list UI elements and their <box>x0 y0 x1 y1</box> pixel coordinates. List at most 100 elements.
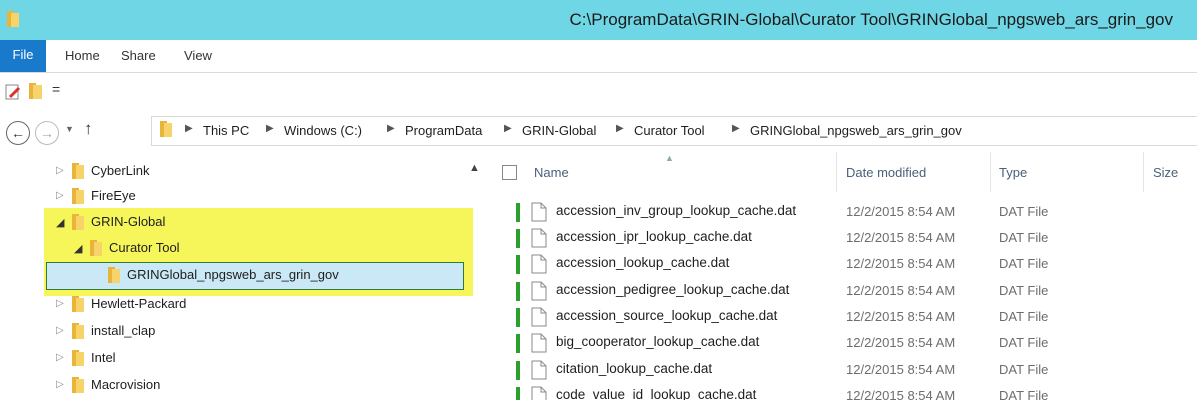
file-type: DAT File <box>999 362 1049 377</box>
collapse-triangle-icon[interactable]: ◢ <box>74 242 82 255</box>
file-name: citation_lookup_cache.dat <box>556 361 713 376</box>
recent-locations-chevron-icon[interactable]: ▼ <box>65 124 74 134</box>
quick-access-toolbar: = <box>0 73 1197 109</box>
breadcrumb-curator-tool[interactable]: Curator Tool <box>634 123 705 138</box>
file-date: 12/2/2015 8:54 AM <box>846 362 956 377</box>
file-row[interactable]: code_value_id_lookup_cache.dat 12/2/2015… <box>512 383 1197 400</box>
breadcrumb-this-pc[interactable]: This PC <box>203 123 249 138</box>
tree-item-label: Hewlett-Packard <box>91 296 187 311</box>
expand-triangle-icon[interactable]: ▷ <box>56 379 64 390</box>
file-row[interactable]: accession_lookup_cache.dat 12/2/2015 8:5… <box>512 251 1197 278</box>
chevron-right-icon[interactable]: ▶ <box>387 123 395 134</box>
tree-item-label: Curator Tool <box>109 240 180 255</box>
file-date: 12/2/2015 8:54 AM <box>846 309 956 324</box>
column-divider[interactable] <box>990 152 991 192</box>
tree-item-fireeye[interactable]: ▷ FireEye <box>56 185 456 209</box>
tree-item-label: Intel <box>91 350 116 365</box>
select-all-checkbox[interactable] <box>502 165 517 180</box>
file-icon <box>531 333 547 356</box>
sync-status-icon <box>516 308 520 327</box>
file-row[interactable]: accession_source_lookup_cache.dat 12/2/2… <box>512 304 1197 331</box>
file-row[interactable]: citation_lookup_cache.dat 12/2/2015 8:54… <box>512 357 1197 384</box>
expand-triangle-icon[interactable]: ▷ <box>56 325 64 336</box>
tree-item-install-clap[interactable]: ▷ install_clap <box>56 320 456 344</box>
file-name: big_cooperator_lookup_cache.dat <box>556 334 760 349</box>
file-row[interactable]: big_cooperator_lookup_cache.dat 12/2/201… <box>512 330 1197 357</box>
tree-item-cyberlink[interactable]: ▷ CyberLink <box>56 160 456 184</box>
file-row[interactable]: accession_pedigree_lookup_cache.dat 12/2… <box>512 278 1197 305</box>
sync-status-icon <box>516 361 520 380</box>
tree-item-label: GRIN-Global <box>91 214 166 229</box>
file-row[interactable]: accession_inv_group_lookup_cache.dat 12/… <box>512 199 1197 226</box>
file-icon <box>531 281 547 304</box>
folder-icon <box>71 295 85 316</box>
title-bar[interactable]: C:\ProgramData\GRIN-Global\Curator Tool\… <box>0 0 1197 40</box>
column-header-type[interactable]: Type <box>999 165 1027 180</box>
file-date: 12/2/2015 8:54 AM <box>846 256 956 271</box>
file-date: 12/2/2015 8:54 AM <box>846 335 956 350</box>
breadcrumb-windows-c[interactable]: Windows (C:) <box>284 123 362 138</box>
tree-item-label: FireEye <box>91 188 136 203</box>
folder-icon <box>71 376 85 397</box>
tab-home[interactable]: Home <box>65 48 100 63</box>
forward-arrow-icon[interactable]: → <box>35 121 59 145</box>
file-name: accession_lookup_cache.dat <box>556 255 730 270</box>
file-type: DAT File <box>999 256 1049 271</box>
tree-item-curator-tool[interactable]: ◢ Curator Tool <box>74 237 454 261</box>
sync-status-icon <box>516 229 520 248</box>
column-header-date-modified[interactable]: Date modified <box>846 165 926 180</box>
folder-icon <box>71 322 85 343</box>
scroll-up-arrow-icon[interactable]: ▲ <box>469 162 480 174</box>
folder-icon <box>71 213 85 234</box>
sync-status-icon <box>516 334 520 353</box>
tree-item-label: GRINGlobal_npgsweb_ars_grin_gov <box>127 267 339 282</box>
sort-ascending-icon: ▲ <box>665 153 674 163</box>
tree-item-label: Macrovision <box>91 377 161 392</box>
folder-icon <box>71 187 85 208</box>
column-header-size[interactable]: Size <box>1153 165 1178 180</box>
expand-triangle-icon[interactable]: ▷ <box>56 165 64 176</box>
chevron-right-icon[interactable]: ▶ <box>616 123 624 134</box>
breadcrumb-current-folder[interactable]: GRINGlobal_npgsweb_ars_grin_gov <box>750 123 962 138</box>
tree-item-macrovision[interactable]: ▷ Macrovision <box>56 374 456 398</box>
file-type: DAT File <box>999 388 1049 400</box>
file-row[interactable]: accession_ipr_lookup_cache.dat 12/2/2015… <box>512 225 1197 252</box>
sync-status-icon <box>516 387 520 400</box>
expand-triangle-icon[interactable]: ▷ <box>56 190 64 201</box>
chevron-right-icon[interactable]: ▶ <box>185 123 193 134</box>
customize-qat-button[interactable]: = <box>52 81 60 97</box>
chevron-right-icon[interactable]: ▶ <box>732 123 740 134</box>
chevron-right-icon[interactable]: ▶ <box>266 123 274 134</box>
column-header-name[interactable]: Name <box>534 165 569 180</box>
tree-item-hewlett-packard[interactable]: ▷ Hewlett-Packard <box>56 293 456 317</box>
expand-triangle-icon[interactable]: ▷ <box>56 352 64 363</box>
new-folder-icon[interactable] <box>28 82 44 103</box>
chevron-right-icon[interactable]: ▶ <box>504 123 512 134</box>
breadcrumb-grin-global[interactable]: GRIN-Global <box>522 123 596 138</box>
file-icon <box>531 202 547 225</box>
tree-item-gringlobal-npgsweb[interactable]: GRINGlobal_npgsweb_ars_grin_gov <box>95 264 455 288</box>
tree-item-intel[interactable]: ▷ Intel <box>56 347 456 371</box>
column-divider[interactable] <box>836 152 837 192</box>
column-divider[interactable] <box>1143 152 1144 192</box>
file-type: DAT File <box>999 204 1049 219</box>
tab-share[interactable]: Share <box>121 48 156 63</box>
properties-icon[interactable] <box>4 83 22 104</box>
file-date: 12/2/2015 8:54 AM <box>846 283 956 298</box>
folder-icon <box>89 239 103 260</box>
tab-view[interactable]: View <box>184 48 212 63</box>
expand-triangle-icon[interactable]: ▷ <box>56 298 64 309</box>
tab-file[interactable]: File <box>0 40 46 72</box>
ribbon-bar <box>0 40 1197 73</box>
breadcrumb-programdata[interactable]: ProgramData <box>405 123 482 138</box>
collapse-triangle-icon[interactable]: ◢ <box>56 216 64 229</box>
window-title: C:\ProgramData\GRIN-Global\Curator Tool\… <box>569 10 1173 29</box>
file-icon <box>531 307 547 330</box>
tree-item-grin-global[interactable]: ◢ GRIN-Global <box>56 211 456 235</box>
file-icon <box>531 228 547 251</box>
tree-item-label: install_clap <box>91 323 156 338</box>
up-arrow-icon[interactable]: ↑ <box>84 119 93 139</box>
folder-icon <box>71 162 85 183</box>
back-arrow-icon[interactable]: ← <box>6 121 30 145</box>
folder-icon <box>6 10 20 31</box>
